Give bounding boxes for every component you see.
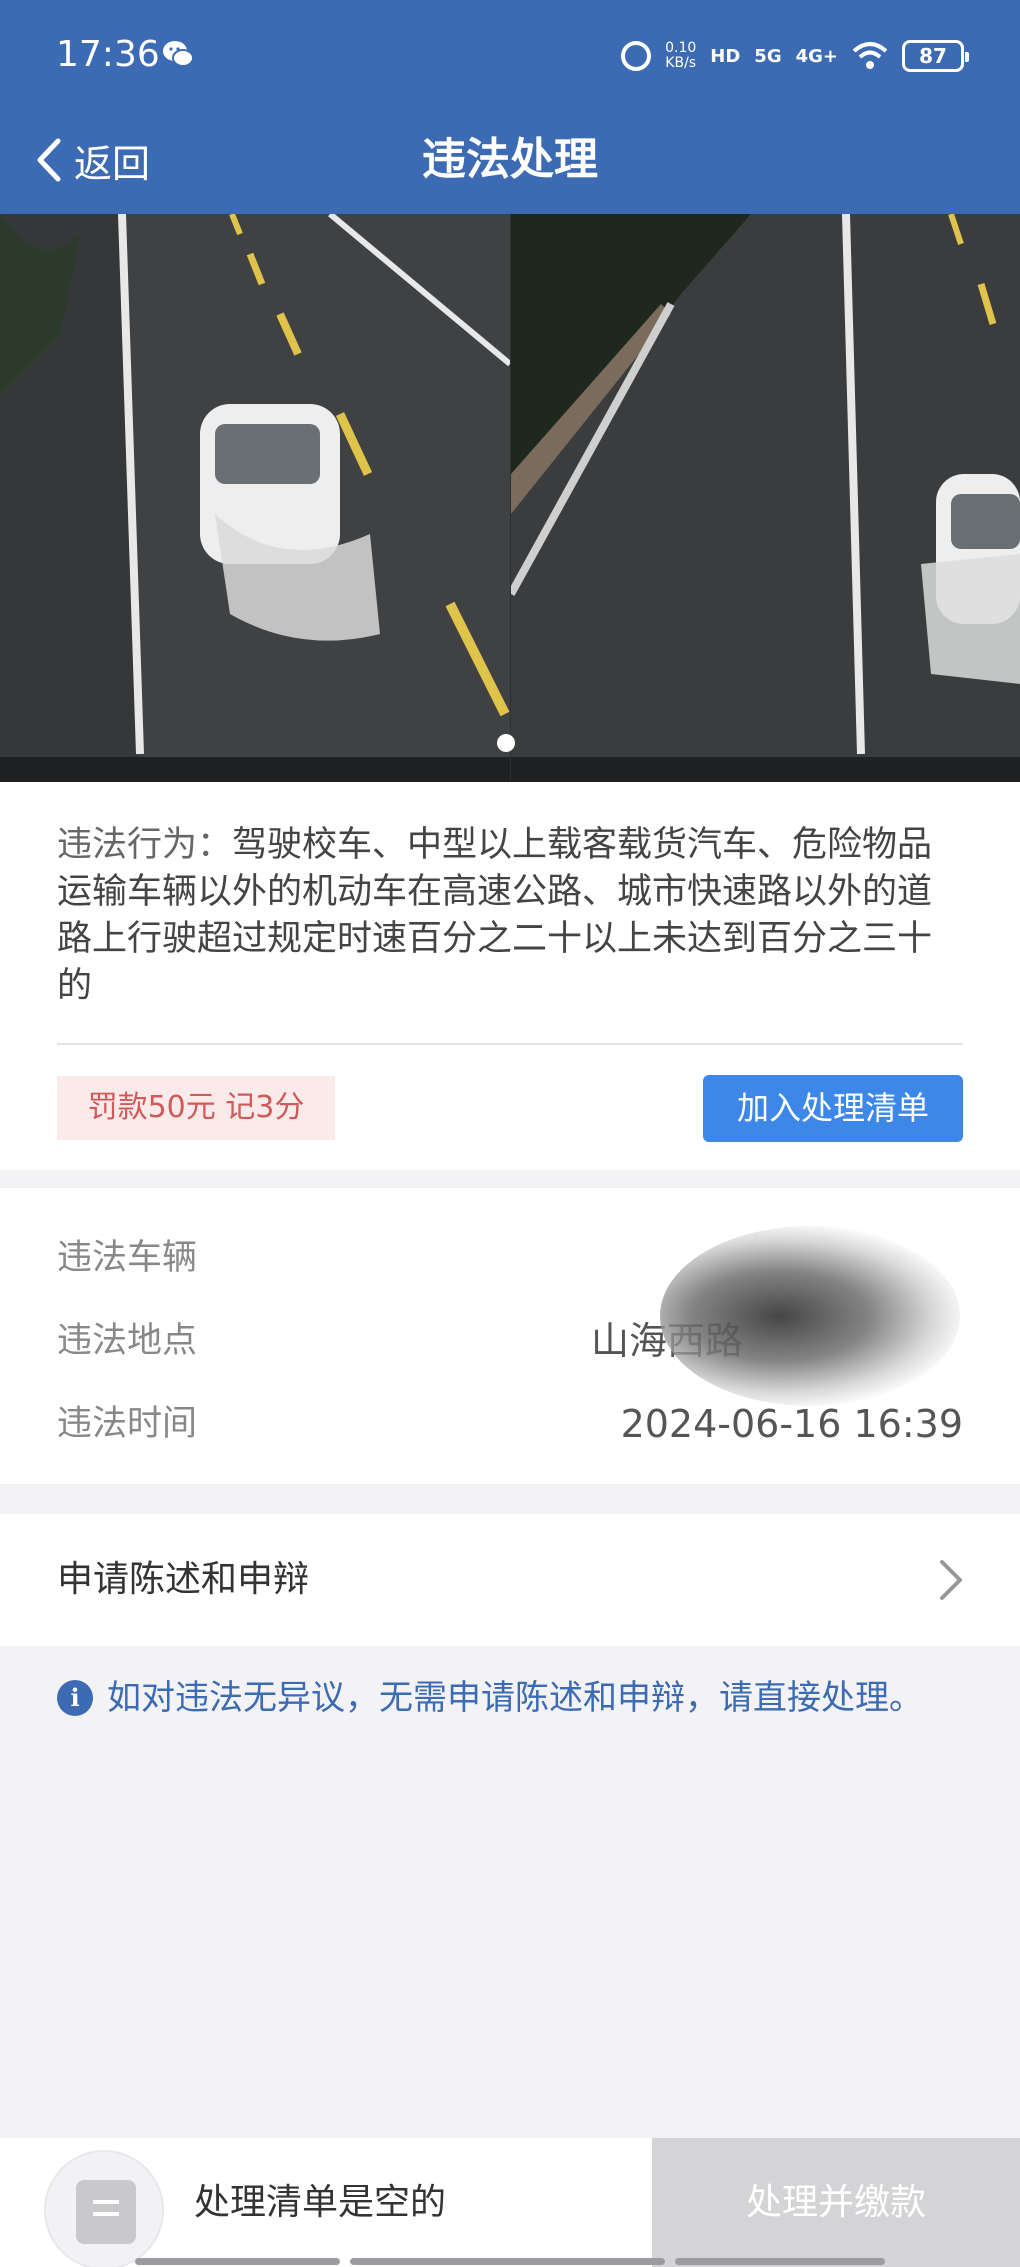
wifi-icon xyxy=(852,42,888,69)
network-speed: 0.10 KB/s xyxy=(665,40,697,71)
signal-5g: 5G xyxy=(754,45,782,67)
signal-4g: 4G+ xyxy=(795,45,838,67)
carousel-indicator xyxy=(497,734,515,752)
evidence-photo-carousel[interactable] xyxy=(0,214,1020,782)
notice: i 如对违法无异议，无需申请陈述和申辩，请直接处理。 xyxy=(57,1676,963,1720)
alarm-icon xyxy=(621,41,652,71)
bottom-action-bar: 处理清单是空的 处理并缴款 xyxy=(0,2138,1020,2267)
chevron-right-icon xyxy=(940,1560,962,1600)
hd-indicator: HD xyxy=(710,45,741,67)
page-title: 违法处理 xyxy=(422,134,598,185)
behavior-label: 违法行为： xyxy=(57,825,233,865)
status-bar: 17:36 0.10 KB/s HD 5G 4G+ 87 xyxy=(0,0,1020,115)
statement-appeal-row[interactable]: 申请陈述和申辩 xyxy=(0,1514,1020,1646)
app-header: 17:36 0.10 KB/s HD 5G 4G+ 87 返回 违法处理 xyxy=(0,0,1020,214)
processing-list-icon[interactable] xyxy=(44,2150,164,2267)
nav-bar: 返回 违法处理 xyxy=(0,115,1020,214)
info-icon: i xyxy=(57,1680,93,1716)
violation-card: 违法行为：驾驶校车、中型以上载客载货汽车、危险物品运输车辆以外的机动车在高速公路… xyxy=(0,782,1020,1170)
vehicle-label: 违法车辆 xyxy=(57,1238,198,1278)
privacy-blur xyxy=(660,1226,960,1406)
statement-label: 申请陈述和申辩 xyxy=(57,1559,310,1600)
location-label: 违法地点 xyxy=(57,1321,198,1361)
evidence-photo-1[interactable] xyxy=(0,214,510,782)
home-indicator xyxy=(0,2258,1020,2267)
evidence-photo-2[interactable] xyxy=(511,214,1020,782)
wechat-icon xyxy=(163,41,194,67)
status-time: 17:36 xyxy=(56,34,160,75)
battery-icon: 87 xyxy=(902,40,969,72)
notice-text: 如对违法无异议，无需申请陈述和申辩，请直接处理。 xyxy=(107,1678,923,1718)
violation-details: 违法车辆 违法地点 山海西路 违法时间 2024-06-16 16:39 xyxy=(0,1188,1020,1484)
add-to-list-button[interactable]: 加入处理清单 xyxy=(703,1075,963,1142)
penalty-badge: 罚款50元 记3分 xyxy=(57,1076,335,1140)
processing-list-status: 处理清单是空的 xyxy=(194,2182,447,2223)
divider xyxy=(57,1043,963,1045)
status-icons: 0.10 KB/s HD 5G 4G+ 87 xyxy=(621,36,969,76)
time-label: 违法时间 xyxy=(57,1404,198,1444)
violation-behavior: 违法行为：驾驶校车、中型以上载客载货汽车、危险物品运输车辆以外的机动车在高速公路… xyxy=(57,822,957,1010)
process-and-pay-button[interactable]: 处理并缴款 xyxy=(652,2138,1020,2267)
